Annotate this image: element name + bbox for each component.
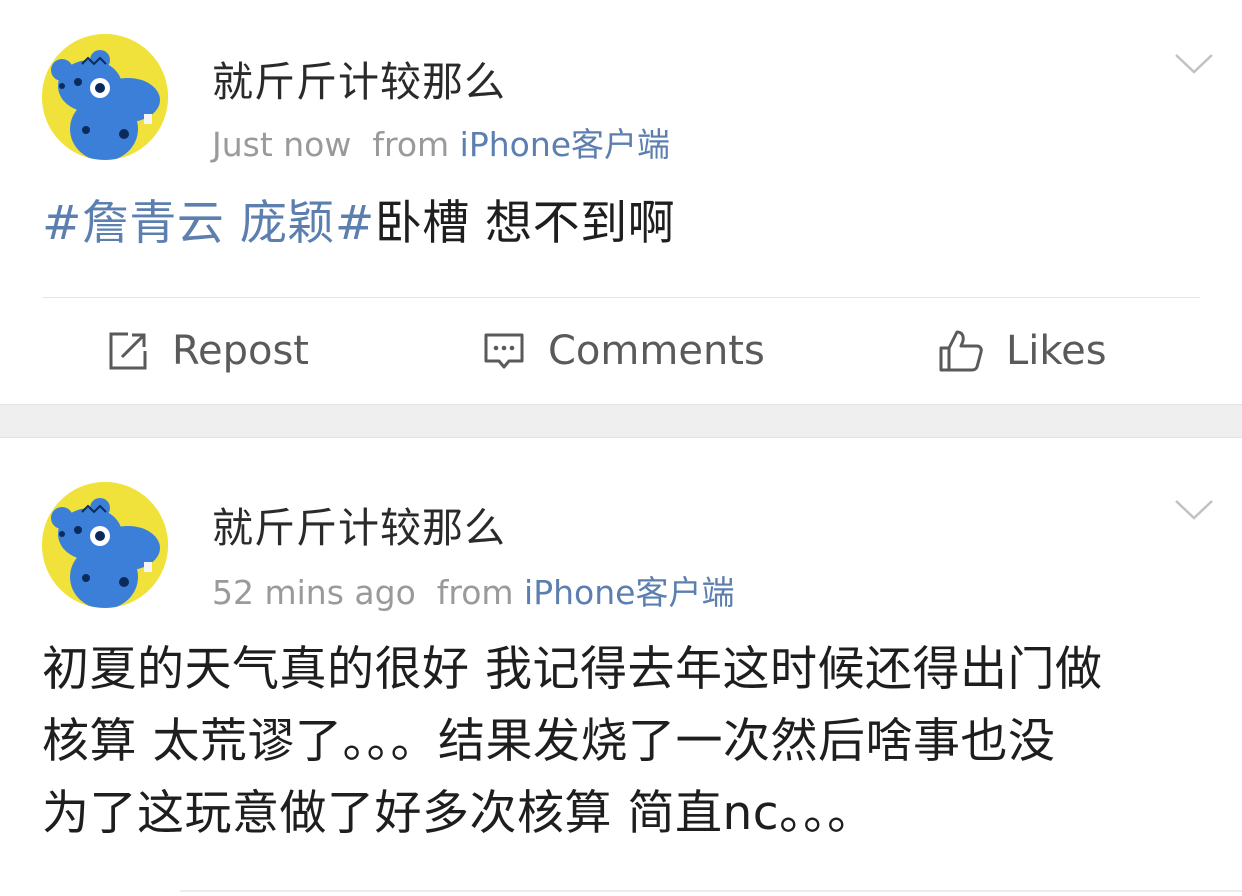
post-meta: Just now from iPhone客户端 xyxy=(212,118,670,166)
comment-bubble-icon xyxy=(482,329,526,373)
chevron-down-icon[interactable] xyxy=(1174,498,1214,522)
comments-label: Comments xyxy=(548,328,765,374)
avatar[interactable] xyxy=(42,34,168,160)
post-body: 卧槽 想不到啊 xyxy=(374,196,676,251)
username[interactable]: 就斤斤计较那么 xyxy=(212,494,506,554)
post-separator xyxy=(0,404,1242,438)
post-text-line: 初夏的天气真的很好 我记得去年这时候还得出门做 xyxy=(42,642,1103,697)
topic-link[interactable]: #詹青云 庞颖# xyxy=(42,196,375,251)
comments-button[interactable]: Comments xyxy=(482,298,765,404)
post-text: 初夏的天气真的很好 我记得去年这时候还得出门做 核算 太荒谬了。。。结果发烧了一… xyxy=(42,634,1212,850)
hippo-avatar-icon xyxy=(42,482,168,608)
from-label: from xyxy=(372,125,450,164)
repost-label: Repost xyxy=(172,328,309,374)
action-bar: Repost Comments Likes xyxy=(0,298,1242,404)
likes-button[interactable]: Likes xyxy=(938,298,1107,404)
avatar[interactable] xyxy=(42,482,168,608)
post-text-line: 为了这玩意做了好多次核算 简直nc。。。 xyxy=(42,786,875,841)
post-time: 52 mins ago xyxy=(212,573,416,612)
from-label: from xyxy=(436,573,514,612)
hippo-avatar-icon xyxy=(42,34,168,160)
likes-label: Likes xyxy=(1006,328,1107,374)
next-post-edge xyxy=(180,890,1242,892)
thumbs-up-icon xyxy=(938,328,984,374)
repost-button[interactable]: Repost xyxy=(106,298,309,404)
post-text-line: 核算 太荒谬了。。。结果发烧了一次然后啥事也没 xyxy=(42,714,1056,769)
post-text: #詹青云 庞颖#卧槽 想不到啊 xyxy=(42,188,1212,260)
chevron-down-icon[interactable] xyxy=(1174,52,1214,76)
share-square-icon xyxy=(106,329,150,373)
username[interactable]: 就斤斤计较那么 xyxy=(212,48,506,108)
post-card: 就斤斤计较那么 Just now from iPhone客户端 #詹青云 庞颖#… xyxy=(0,0,1242,404)
post-source[interactable]: iPhone客户端 xyxy=(524,573,734,612)
post-meta: 52 mins ago from iPhone客户端 xyxy=(212,566,734,614)
post-source[interactable]: iPhone客户端 xyxy=(460,125,670,164)
post-card: 就斤斤计较那么 52 mins ago from iPhone客户端 初夏的天气… xyxy=(0,438,1242,896)
post-time: Just now xyxy=(212,125,352,164)
